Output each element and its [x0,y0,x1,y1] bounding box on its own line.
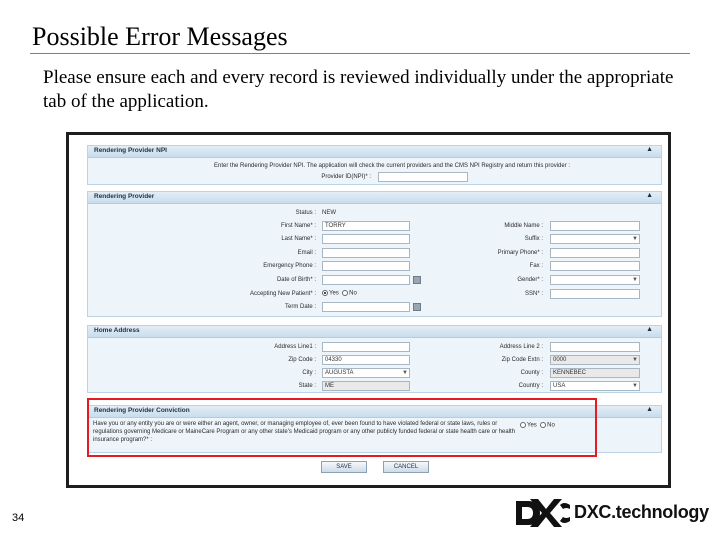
country-value: USA [553,383,566,389]
country-label: Country : [518,383,543,389]
accepting-yes-radio[interactable] [322,290,328,296]
accepting-patients-label: Accepting New Patient* : [249,291,316,297]
zip-input[interactable]: 04330 [322,355,410,365]
npi-panel-title: Rendering Provider NPI [94,147,167,154]
term-date-input[interactable] [322,302,410,312]
npi-panel: Rendering Provider NPI ▲ Enter the Rende… [87,145,662,185]
zip-ext-select[interactable]: 0000 ▼ [550,355,640,365]
primary-phone-input[interactable] [550,248,640,258]
application-screenshot: Rendering Provider NPI ▲ Enter the Rende… [66,132,671,488]
city-value: AUGUSTA [325,370,354,376]
accepting-patients-radios: Yes No [322,290,357,297]
title-divider [30,53,690,54]
slide-title: Possible Error Messages [32,22,288,51]
ssn-input[interactable] [550,289,640,299]
accepting-yes-label: Yes [329,290,339,297]
collapse-icon[interactable]: ▲ [646,146,653,153]
ssn-label: SSN* : [524,291,543,297]
home-address-panel: Home Address ▲ Address Line1 : Zip Code … [87,325,662,393]
fax-label: Fax : [529,263,543,269]
status-label: Status : [295,210,316,216]
emergency-phone-label: Emergency Phone : [263,263,316,269]
dob-input[interactable] [322,275,410,285]
first-name-label: First Name* : [280,223,316,229]
collapse-icon[interactable]: ▲ [646,326,653,333]
npi-panel-header[interactable]: Rendering Provider NPI ▲ [88,146,661,158]
suffix-label: Suffix : [524,236,543,242]
city-label: City : [302,370,316,376]
npi-instruction: Enter the Rendering Provider NPI. The ap… [214,163,571,169]
provider-id-label: Provider ID(NPI)* : [321,174,371,180]
accepting-no-label: No [349,290,357,297]
zip-ext-label: Zip Code Extn : [501,357,543,363]
dxc-logo-mark-icon [516,499,570,527]
county-label: County : [520,370,543,376]
state-input: ME [322,381,410,391]
country-select[interactable]: USA ▼ [550,381,640,391]
dob-label: Date of Birth* : [276,277,316,283]
address1-input[interactable] [322,342,410,352]
middle-name-input[interactable] [550,221,640,231]
email-label: Email : [297,250,316,256]
address2-input[interactable] [550,342,640,352]
chevron-down-icon: ▼ [632,236,638,242]
cancel-button[interactable]: CANCEL [383,461,429,473]
last-name-input[interactable] [322,234,410,244]
zip-label: Zip Code : [288,357,316,363]
dxc-logo: DXC.technology [516,497,714,529]
emergency-phone-input[interactable] [322,261,410,271]
application-form: Rendering Provider NPI ▲ Enter the Rende… [69,135,668,485]
address-panel-title: Home Address [94,327,140,334]
slide-subtitle: Please ensure each and every record is r… [43,67,674,112]
dxc-logo-text: DXC.technology [574,502,709,522]
calendar-icon[interactable] [413,303,421,311]
address1-label: Address Line1 : [274,344,316,350]
error-highlight-box [87,398,597,457]
calendar-icon[interactable] [413,276,421,284]
chevron-down-icon: ▼ [632,277,638,283]
chevron-down-icon: ▼ [632,383,638,389]
accepting-no-radio[interactable] [342,290,349,296]
suffix-select[interactable]: ▼ [550,234,640,244]
zip-ext-value: 0000 [553,357,567,363]
chevron-down-icon: ▼ [402,370,408,376]
chevron-down-icon: ▼ [632,357,638,363]
rendering-provider-panel: Rendering Provider ▲ Status : NEW First … [87,191,662,317]
save-button[interactable]: SAVE [321,461,367,473]
state-label: State : [298,383,316,389]
last-name-label: Last Name* : [281,236,316,242]
county-input: KENNEBEC [550,368,640,378]
provider-id-input[interactable] [378,172,468,182]
primary-phone-label: Primary Phone* : [497,250,543,256]
collapse-icon[interactable]: ▲ [646,192,653,199]
provider-panel-title: Rendering Provider [94,193,155,200]
status-value: NEW [322,210,336,216]
address2-label: Address Line 2 : [499,344,543,350]
slide-number: 34 [12,512,25,524]
gender-select[interactable]: ▼ [550,275,640,285]
term-date-label: Term Date : [284,304,316,310]
city-select[interactable]: AUGUSTA ▼ [322,368,410,378]
collapse-icon[interactable]: ▲ [646,406,653,413]
middle-name-label: Middle Name : [504,223,543,229]
address-panel-header[interactable]: Home Address ▲ [88,326,661,338]
provider-panel-header[interactable]: Rendering Provider ▲ [88,192,661,204]
fax-input[interactable] [550,261,640,271]
gender-label: Gender* : [517,277,543,283]
email-input[interactable] [322,248,410,258]
first-name-input[interactable]: TORRY [322,221,410,231]
